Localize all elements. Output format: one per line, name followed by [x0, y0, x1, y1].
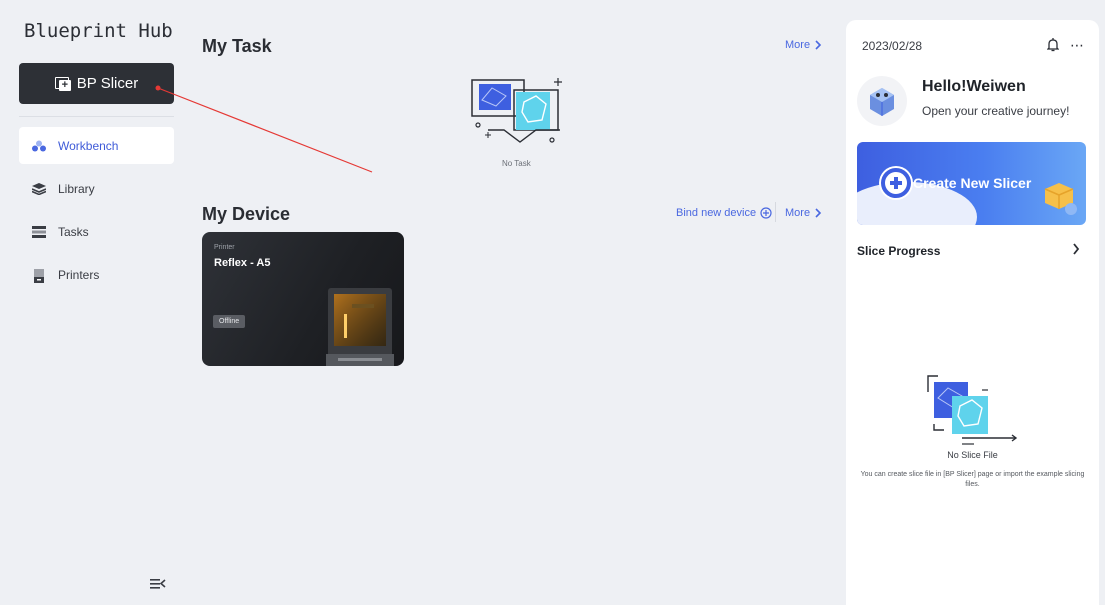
bind-new-device-label: Bind new device	[676, 207, 757, 219]
right-panel: 2023/02/28 ⋯ Hello!Weiwen Open your crea…	[846, 20, 1099, 605]
sidebar-item-label: Workbench	[58, 138, 119, 153]
no-slice-file-description: You can create slice file in [BP Slicer]…	[860, 471, 1085, 488]
device-name: Reflex - A5	[214, 257, 271, 269]
my-task-more-link[interactable]: More	[785, 39, 822, 51]
sidebar-item-label: Library	[58, 181, 95, 196]
create-new-slicer-label: Create New Slicer	[913, 175, 1032, 191]
tasks-icon	[32, 225, 46, 238]
my-device-more-link[interactable]: More	[785, 207, 822, 219]
sidebar: Blueprint Hub BP Slicer Workbench	[0, 0, 186, 605]
create-new-slicer-button[interactable]: Create New Slicer	[857, 142, 1086, 225]
more-options-icon[interactable]: ⋯	[1070, 38, 1084, 52]
library-icon	[31, 182, 47, 195]
device-type: Printer	[214, 244, 235, 251]
current-date: 2023/02/28	[862, 39, 923, 53]
bind-new-device-link[interactable]: Bind new device	[676, 207, 772, 219]
bp-slicer-button[interactable]: BP Slicer	[19, 63, 174, 104]
no-slice-file-illustration	[922, 374, 1022, 448]
printers-icon	[32, 268, 46, 283]
printer-image	[318, 284, 404, 366]
avatar[interactable]	[857, 76, 907, 126]
sidebar-item-label: Printers	[58, 267, 100, 282]
collapse-sidebar-icon[interactable]	[150, 578, 166, 592]
chevron-right-icon[interactable]	[1072, 242, 1080, 258]
device-status-badge: Offline	[213, 315, 246, 328]
greeting: Hello!Weiwen	[922, 78, 1026, 95]
no-task-text: No Task	[502, 159, 531, 168]
my-task-title: My Task	[202, 36, 272, 56]
sidebar-item-workbench[interactable]: Workbench	[19, 127, 174, 164]
workbench-icon	[32, 140, 46, 152]
bp-slicer-label: BP Slicer	[76, 75, 139, 92]
sidebar-item-printers[interactable]: Printers	[19, 256, 174, 293]
slice-progress-title: Slice Progress	[857, 244, 941, 258]
more-label: More	[785, 39, 811, 51]
sidebar-item-tasks[interactable]: Tasks	[19, 213, 174, 250]
no-task-illustration	[466, 74, 566, 150]
chevron-right-icon	[815, 208, 822, 218]
bell-icon[interactable]	[1046, 38, 1060, 52]
chevron-right-icon	[815, 40, 822, 50]
box-illustration-icon	[1039, 175, 1079, 215]
greeting-subtitle: Open your creative journey!	[922, 104, 1070, 118]
app-brand: Blueprint Hub	[24, 20, 173, 42]
device-card[interactable]: Printer Reflex - A5 Offline	[202, 232, 404, 366]
link-divider	[775, 202, 776, 222]
add-circle-icon	[760, 207, 772, 219]
sidebar-item-label: Tasks	[58, 224, 89, 239]
no-slice-file-title: No Slice File	[947, 450, 998, 460]
sidebar-divider	[19, 116, 174, 117]
more-label: More	[785, 207, 811, 219]
slicer-icon	[54, 76, 71, 91]
sidebar-item-library[interactable]: Library	[19, 170, 174, 207]
add-icon	[881, 168, 911, 198]
my-device-title: My Device	[202, 204, 291, 224]
sidebar-nav: Workbench Library Tasks Printers	[19, 127, 174, 299]
